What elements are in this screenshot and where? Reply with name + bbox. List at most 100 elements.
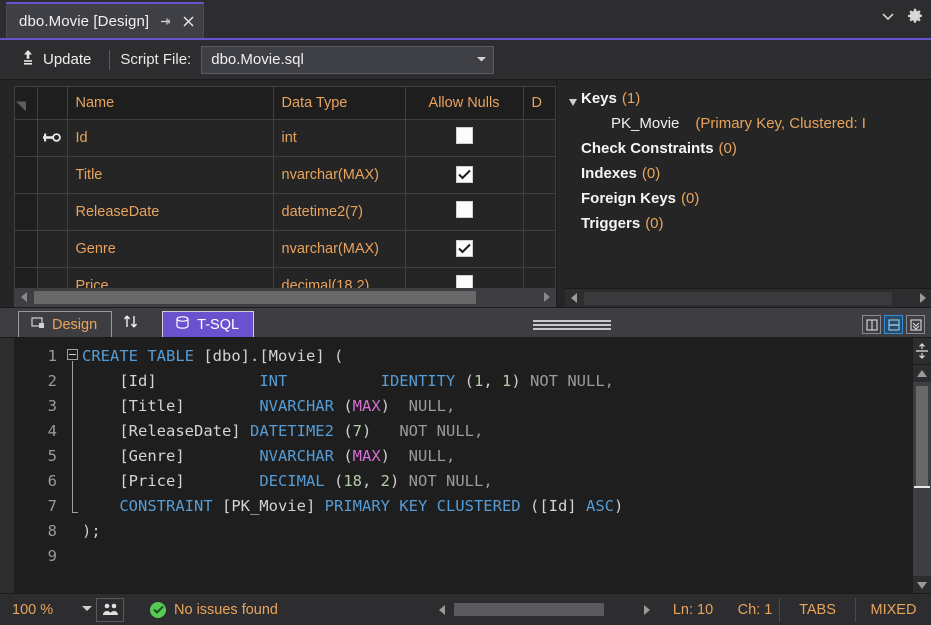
- tree-node-foreign-keys[interactable]: Foreign Keys (0): [565, 190, 931, 215]
- close-icon[interactable]: [182, 15, 195, 28]
- row-selector[interactable]: [15, 230, 38, 268]
- scroll-right-arrow-icon[interactable]: [914, 290, 931, 307]
- allow-nulls-checkbox[interactable]: [455, 239, 473, 257]
- code-line[interactable]: );: [82, 519, 913, 544]
- code-line[interactable]: CONSTRAINT [PK_Movie] PRIMARY KEY CLUSTE…: [82, 494, 913, 519]
- cell-default[interactable]: [523, 193, 555, 231]
- status-line-endings[interactable]: MIXED: [855, 597, 931, 622]
- tree-scroll-thumb[interactable]: [584, 291, 892, 305]
- swap-arrows-icon[interactable]: [122, 314, 140, 332]
- table-row[interactable]: Title nvarchar(MAX): [15, 156, 555, 194]
- zoom-level-control[interactable]: 100 %: [0, 602, 96, 618]
- cell-column-name[interactable]: Id: [67, 119, 274, 157]
- scroll-left-arrow-icon[interactable]: [15, 289, 32, 306]
- tree-scroll-track[interactable]: [582, 290, 914, 307]
- allow-nulls-checkbox[interactable]: [455, 275, 473, 288]
- scroll-left-arrow-icon[interactable]: [433, 601, 450, 618]
- tab-tsql[interactable]: T-SQL: [162, 311, 255, 337]
- pin-icon[interactable]: [159, 15, 172, 28]
- cell-data-type[interactable]: decimal(18,2): [273, 267, 406, 288]
- cell-column-name[interactable]: ReleaseDate: [67, 193, 274, 231]
- cell-default[interactable]: [523, 267, 555, 288]
- tree-child-node[interactable]: PK_Movie (Primary Key, Clustered: I: [565, 115, 931, 140]
- live-share-icon[interactable]: [96, 597, 124, 622]
- scroll-left-arrow-icon[interactable]: [565, 290, 582, 307]
- split-vertical-button[interactable]: [862, 315, 881, 334]
- cell-allow-nulls[interactable]: [405, 156, 524, 194]
- editor-scroll-track[interactable]: [913, 382, 931, 576]
- column-header-allow-nulls[interactable]: Allow Nulls: [405, 87, 524, 120]
- split-horizontal-button[interactable]: [884, 315, 903, 334]
- collapse-region-icon[interactable]: [67, 349, 78, 360]
- cell-column-name[interactable]: Genre: [67, 230, 274, 268]
- status-horizontal-scrollbar[interactable]: [433, 601, 655, 619]
- code-line[interactable]: [Genre] NVARCHAR (MAX) NULL,: [82, 444, 913, 469]
- gear-icon[interactable]: [907, 8, 923, 24]
- column-header-data-type[interactable]: Data Type: [273, 87, 406, 120]
- tab-design[interactable]: Design: [18, 311, 113, 337]
- chevron-down-icon[interactable]: [82, 605, 92, 614]
- row-selector[interactable]: [15, 119, 38, 157]
- tree-horizontal-scrollbar[interactable]: [565, 288, 931, 307]
- scroll-down-arrow-icon[interactable]: [913, 576, 931, 593]
- grid-horizontal-scrollbar[interactable]: [14, 288, 556, 307]
- scroll-up-arrow-icon[interactable]: [913, 365, 931, 382]
- table-row[interactable]: Genre nvarchar(MAX): [15, 230, 555, 268]
- code-line[interactable]: [Title] NVARCHAR (MAX) NULL,: [82, 394, 913, 419]
- status-tabs-mode[interactable]: TABS: [779, 597, 855, 622]
- update-button[interactable]: Update: [12, 46, 99, 74]
- status-scroll-track[interactable]: [450, 601, 638, 618]
- code-line[interactable]: CREATE TABLE [dbo].[Movie] (: [82, 344, 913, 369]
- tree-node-keys[interactable]: Keys (1): [565, 90, 931, 115]
- document-tab-dbo-movie-design[interactable]: dbo.Movie [Design]: [6, 2, 205, 38]
- code-line[interactable]: [ReleaseDate] DATETIME2 (7) NOT NULL,: [82, 419, 913, 444]
- editor-code-area[interactable]: CREATE TABLE [dbo].[Movie] ( [Id] INT ID…: [82, 338, 913, 593]
- script-file-combobox[interactable]: dbo.Movie.sql: [201, 45, 495, 74]
- cell-allow-nulls[interactable]: [405, 193, 524, 231]
- grid-scroll-thumb[interactable]: [34, 290, 476, 304]
- scroll-right-arrow-icon[interactable]: [638, 601, 655, 618]
- select-all-corner[interactable]: [15, 87, 38, 120]
- tree-node-triggers[interactable]: Triggers (0): [565, 215, 931, 240]
- editor-scroll-thumb[interactable]: [916, 386, 928, 486]
- pane-split-handle[interactable]: [533, 320, 611, 330]
- table-row[interactable]: Id int: [15, 119, 555, 157]
- code-line[interactable]: [82, 544, 913, 569]
- cell-column-name[interactable]: Price: [67, 267, 274, 288]
- row-selector[interactable]: [15, 156, 38, 194]
- chevron-down-icon[interactable]: [476, 55, 487, 65]
- cell-data-type[interactable]: nvarchar(MAX): [273, 156, 406, 194]
- tree-node-indexes[interactable]: Indexes (0): [565, 165, 931, 190]
- expander-collapse-icon[interactable]: [565, 98, 581, 107]
- table-row[interactable]: Price decimal(18,2): [15, 267, 555, 288]
- tsql-code-editor[interactable]: 1 2 3 4 5 6 7 8 9 CREATE TABLE [dbo].[Movie] ( […: [0, 338, 931, 593]
- cell-default[interactable]: [523, 156, 555, 194]
- column-header-default[interactable]: D: [523, 87, 555, 120]
- code-line[interactable]: [Id] INT IDENTITY (1, 1) NOT NULL,: [82, 369, 913, 394]
- cell-data-type[interactable]: int: [273, 119, 406, 157]
- editor-split-handle[interactable]: [913, 338, 931, 365]
- cell-default[interactable]: [523, 230, 555, 268]
- issues-status[interactable]: No issues found: [150, 601, 278, 618]
- cell-allow-nulls[interactable]: [405, 119, 524, 157]
- allow-nulls-checkbox[interactable]: [455, 165, 473, 183]
- table-row[interactable]: ReleaseDate datetime2(7): [15, 193, 555, 231]
- collapse-pane-button[interactable]: [906, 315, 925, 334]
- allow-nulls-checkbox[interactable]: [455, 127, 473, 144]
- cell-allow-nulls[interactable]: [405, 230, 524, 268]
- grid-scroll-track[interactable]: [32, 289, 538, 306]
- cell-data-type[interactable]: nvarchar(MAX): [273, 230, 406, 268]
- row-selector[interactable]: [15, 193, 38, 231]
- editor-folding-margin[interactable]: [66, 338, 82, 593]
- cell-data-type[interactable]: datetime2(7): [273, 193, 406, 231]
- scroll-right-arrow-icon[interactable]: [538, 289, 555, 306]
- chevron-down-icon[interactable]: [881, 9, 895, 23]
- tree-node-check-constraints[interactable]: Check Constraints (0): [565, 140, 931, 165]
- cell-allow-nulls[interactable]: [405, 267, 524, 288]
- column-header-name[interactable]: Name: [67, 87, 274, 120]
- editor-vertical-scrollbar[interactable]: [913, 338, 931, 593]
- cell-column-name[interactable]: Title: [67, 156, 274, 194]
- status-scroll-thumb[interactable]: [454, 603, 604, 616]
- code-line[interactable]: [Price] DECIMAL (18, 2) NOT NULL,: [82, 469, 913, 494]
- cell-default[interactable]: [523, 119, 555, 157]
